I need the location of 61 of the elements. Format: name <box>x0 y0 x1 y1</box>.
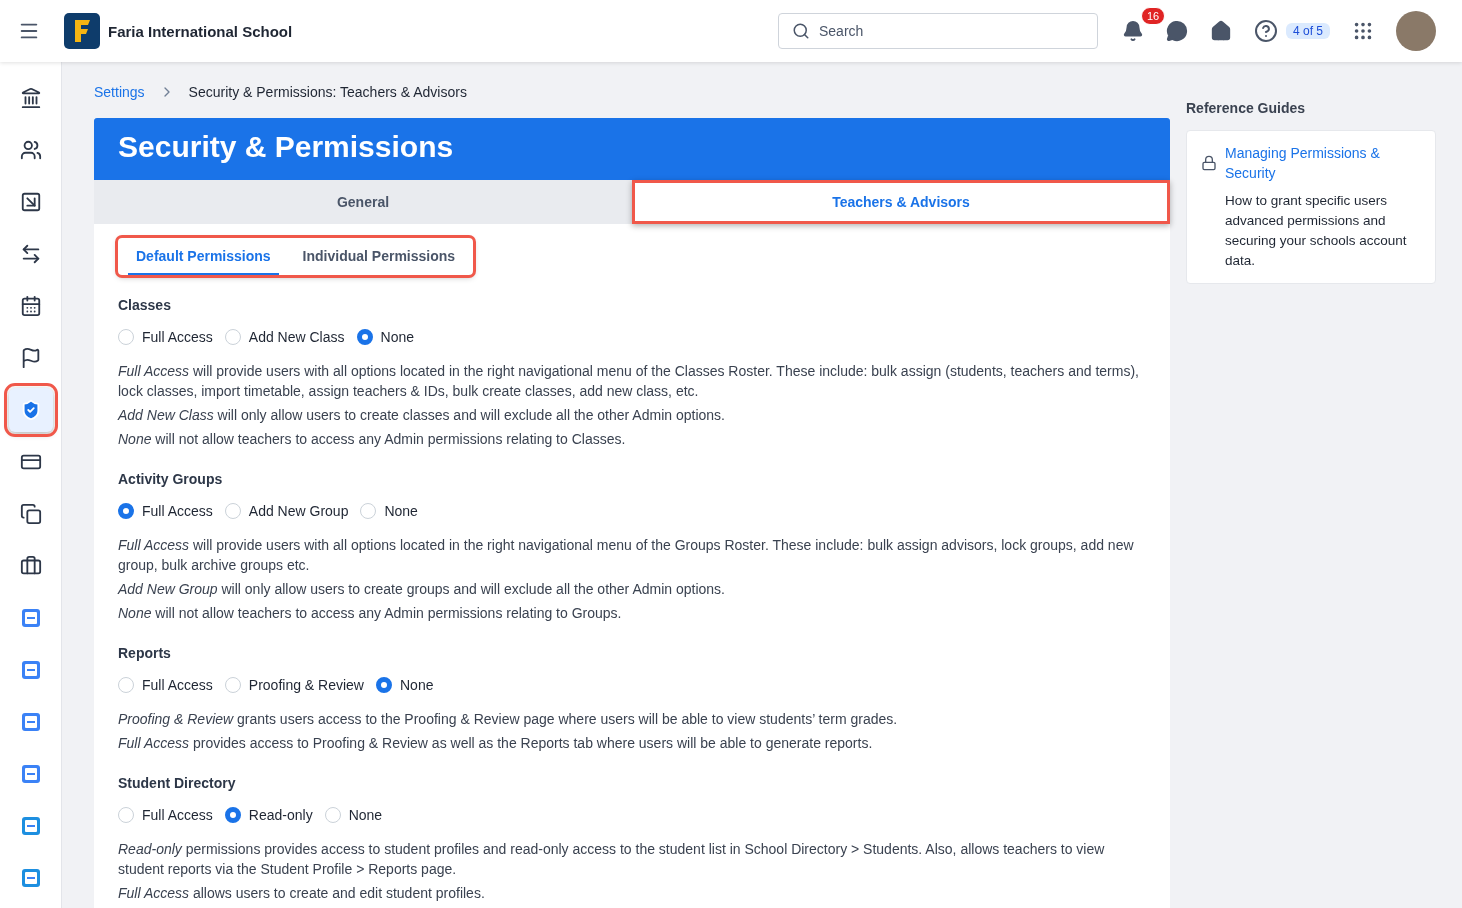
page-title: Security & Permissions <box>94 118 1170 180</box>
bank-icon <box>19 87 42 109</box>
school-name: Faria International School <box>108 22 293 40</box>
program-icon <box>20 868 41 888</box>
search-icon <box>791 22 810 40</box>
notification-count: 16 <box>1140 7 1166 25</box>
radio-option[interactable]: Full Access <box>118 677 213 693</box>
radio-option[interactable]: Add New Class <box>224 329 345 345</box>
breadcrumb-current: Security & Permissions: Teachers & Advisors <box>188 84 467 100</box>
calendar-icon <box>19 295 42 317</box>
description: Add New Class will only allow users to create classes and will exclude all the other Admin options. <box>118 406 726 425</box>
guide-link[interactable]: Managing Permissions & Security <box>1225 143 1421 183</box>
arrow-box-icon <box>19 191 42 213</box>
radio-option[interactable]: Full Access <box>118 503 213 519</box>
program-icon <box>20 660 41 680</box>
home-icon[interactable] <box>1209 20 1232 42</box>
breadcrumb-link[interactable]: Settings <box>94 84 145 100</box>
description: Add New Group will only allow users to create groups and will exclude all the other Admin options. <box>118 580 726 599</box>
guide-description: How to grant specific users advanced permissions and securing your schools account data. <box>1225 192 1408 270</box>
description: None will not allow teachers to access any Admin permissions relating to Groups. <box>118 604 623 623</box>
description: Read-only permissions provides access to student profiles and read-only access to the student list in School Directory > Students. Also, allows teachers to view student reports via the Student Profile > Reports page. <box>118 840 1106 879</box>
program-icon <box>20 816 41 836</box>
tab[interactable]: Teachers & Advisors <box>632 180 1170 224</box>
tab[interactable]: General <box>94 180 632 224</box>
radio-option[interactable]: None <box>360 503 418 519</box>
search-field[interactable]: Search <box>777 13 1098 49</box>
radio-option[interactable]: None <box>324 807 383 823</box>
school-logo <box>64 13 100 49</box>
radio-option[interactable]: Read-only <box>224 807 313 823</box>
radio-option[interactable]: Proofing & Review <box>224 677 364 693</box>
help-step-count: 4 of 5 <box>1285 23 1330 39</box>
radio-option[interactable]: None <box>356 329 414 345</box>
chat-icon[interactable] <box>1165 20 1188 42</box>
reference-heading: Reference Guides <box>1186 100 1307 116</box>
section-title: Student Directory <box>118 775 237 791</box>
help-icon[interactable] <box>1253 19 1278 43</box>
section-title: Reports <box>118 645 172 661</box>
bell-icon[interactable] <box>1121 20 1144 42</box>
subtab[interactable]: Default Permissions <box>128 244 279 275</box>
radio-option[interactable]: Full Access <box>118 329 213 345</box>
program-icon <box>20 608 41 628</box>
copy-icon <box>19 503 42 525</box>
description: Full Access allows users to create and edit student profiles. <box>118 884 486 903</box>
section-title: Activity Groups <box>118 471 224 487</box>
program-icon <box>20 764 41 784</box>
lock-icon <box>1201 155 1217 171</box>
description: None will not allow teachers to access any Admin permissions relating to Classes. <box>118 430 627 449</box>
apps-grid-icon[interactable] <box>1352 20 1374 42</box>
briefcase-icon <box>19 555 42 577</box>
description: Full Access provides access to Proofing & Review as well as the Reports tab where users will be able to generate reports. <box>118 734 874 753</box>
description: Full Access will provide users with all options located in the right navigational menu of the Classes Roster. These include: bulk assign (students, teachers and terms), lock classes, import timetable, assign teachers & IDs, bulk create classes, add new class, etc. <box>118 362 1140 401</box>
section-title: Classes <box>118 297 172 313</box>
user-avatar[interactable] <box>1396 11 1436 51</box>
subtab[interactable]: Individual Permissions <box>294 244 464 275</box>
description: Full Access will provide users with all options located in the right navigational menu of the Groups Roster. These include: bulk assign advisors, lock groups, add new group, bulk archive groups etc. <box>118 536 1135 575</box>
radio-option[interactable]: Add New Group <box>224 503 349 519</box>
radio-option[interactable]: Full Access <box>118 807 213 823</box>
program-icon <box>20 712 41 732</box>
description: Proofing & Review grants users access to the Proofing & Review page where users will be able to view students’ term grades. <box>118 710 899 729</box>
people-icon <box>19 139 42 161</box>
radio-option[interactable]: None <box>376 677 434 693</box>
